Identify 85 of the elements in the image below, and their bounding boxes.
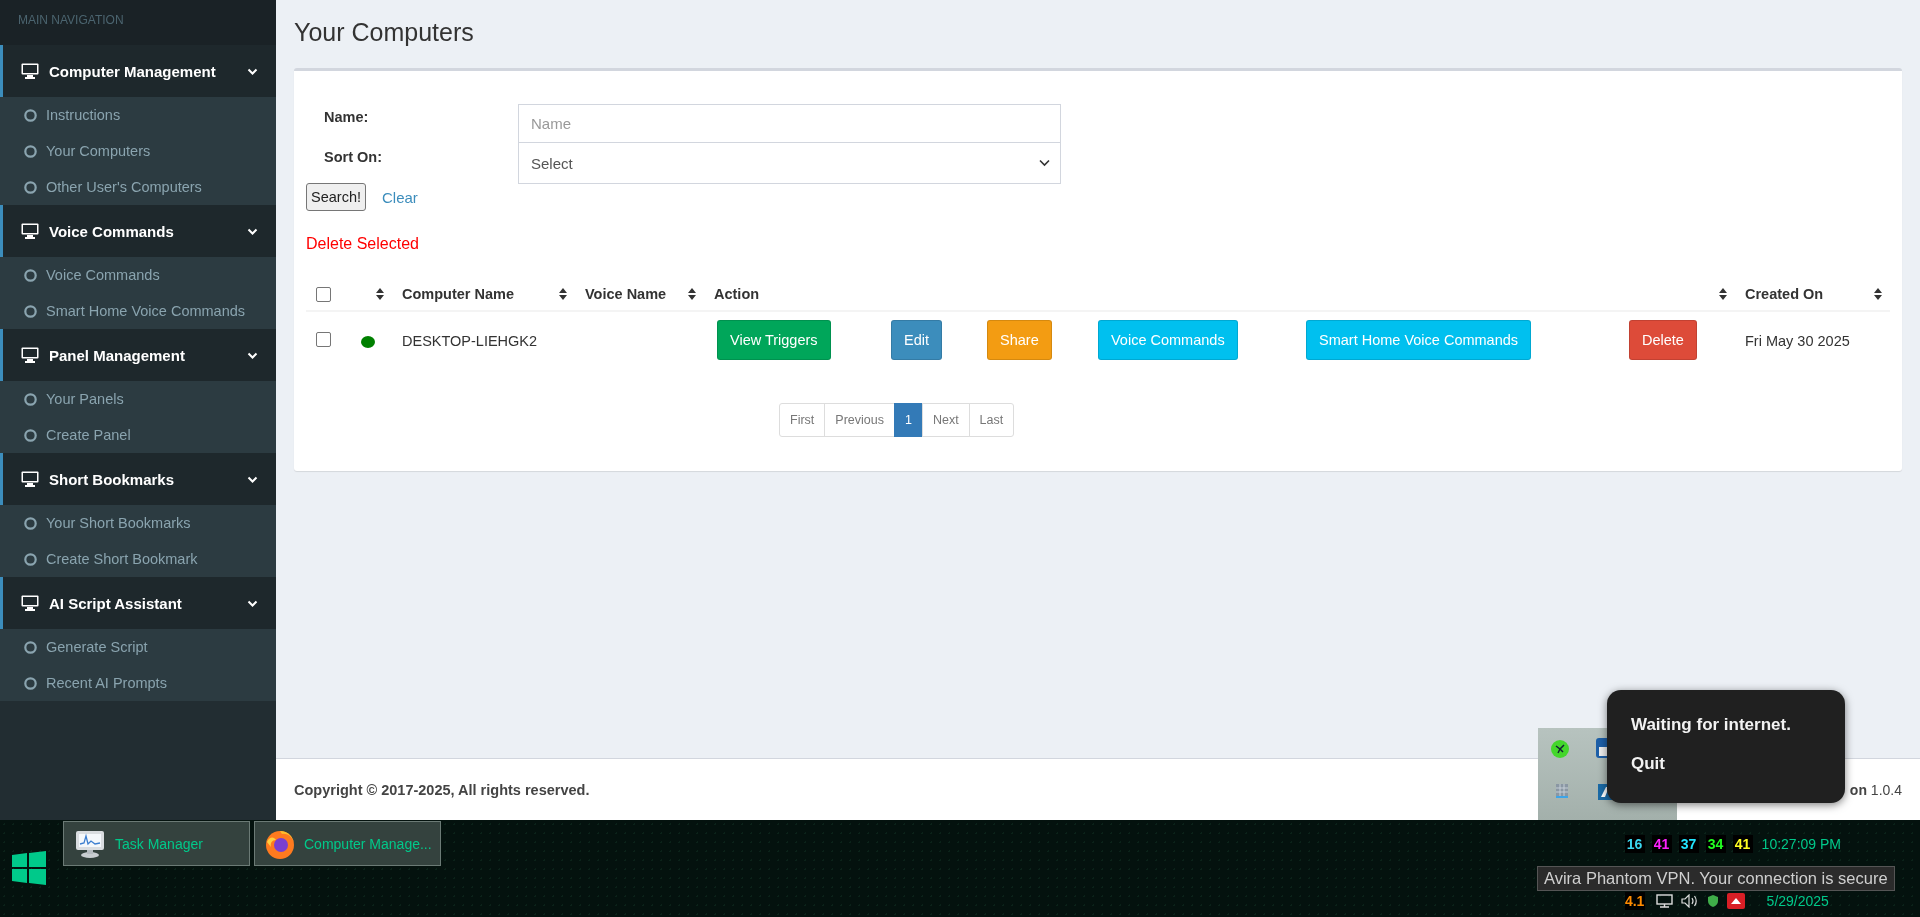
counter-text: 37 (1678, 835, 1699, 853)
monitor-icon (73, 828, 107, 859)
clock-time: 10:27:09 PM (1761, 836, 1841, 852)
counter-text: 41 (1651, 835, 1672, 853)
shield-icon[interactable] (1706, 894, 1719, 908)
circle-icon (24, 392, 37, 406)
table-cell-text: DESKTOP-LIEHGK2 (401, 332, 539, 351)
sidebar-section[interactable]: Short Bookmarks (0, 453, 276, 505)
version-text: on 1.0.4 (1849, 781, 1902, 798)
circle-icon (24, 676, 37, 690)
column-header: Computer Name (402, 286, 514, 302)
circle-icon (24, 640, 37, 654)
page-link[interactable]: Previous (824, 403, 895, 437)
counter-text: 16 (1624, 835, 1645, 853)
sidebar-item[interactable]: Generate Script (0, 629, 276, 665)
name-field[interactable]: Name (518, 104, 1061, 143)
counter-text: 41 (1732, 835, 1753, 853)
sidebar-item[interactable]: Your Panels (0, 381, 276, 417)
sidebar-item[interactable]: Create Panel (0, 417, 276, 453)
page-link[interactable]: First (779, 403, 826, 437)
sidebar-item[interactable]: Voice Commands (0, 257, 276, 293)
sort-icon[interactable] (688, 288, 696, 300)
menu-item[interactable]: Waiting for internet. (1631, 715, 1791, 735)
sidebar-section[interactable]: Panel Management (0, 329, 276, 381)
chevron-down-icon (1039, 159, 1050, 167)
sidebar-item[interactable]: Recent AI Prompts (0, 665, 276, 701)
page-title: Your Computers (294, 17, 475, 48)
monitor-icon (21, 471, 39, 487)
monitor-icon (21, 223, 39, 239)
sidebar-item[interactable]: Smart Home Voice Commands (0, 293, 276, 329)
checkbox[interactable] (316, 332, 331, 347)
start-button[interactable] (12, 851, 46, 885)
nav-heading: MAIN NAVIGATION (0, 0, 276, 45)
counter-text: 4.1 (1624, 892, 1645, 910)
column-header: Action (714, 286, 760, 302)
monitor-icon (21, 63, 39, 79)
circle-icon (24, 428, 37, 442)
sidebar-item[interactable]: Your Computers (0, 133, 276, 169)
page-link[interactable]: Next (921, 403, 970, 437)
sort-icon[interactable] (1719, 288, 1727, 300)
speaker-icon[interactable] (1680, 894, 1699, 908)
page-link[interactable]: Last (968, 403, 1015, 437)
sidebar-item[interactable]: Other User's Computers (0, 169, 276, 205)
circle-icon (24, 108, 37, 122)
checkbox[interactable] (316, 286, 331, 302)
counter-text: 34 (1705, 835, 1726, 853)
page-link[interactable]: 1 (893, 403, 923, 437)
column-header: Voice Name (585, 286, 667, 302)
sidebar-section[interactable]: Computer Management (0, 45, 276, 97)
sidebar-section[interactable]: AI Script Assistant (0, 577, 276, 629)
monitor-icon (21, 347, 39, 363)
circle-icon (24, 516, 37, 530)
sidebar-item[interactable]: Instructions (0, 97, 276, 133)
clear-link[interactable]: Clear (382, 188, 418, 206)
monitor-icon (21, 595, 39, 611)
app-icon[interactable] (1726, 893, 1745, 909)
circle-icon (24, 180, 37, 194)
taskbar-button[interactable]: Task Manager (63, 821, 250, 866)
sort-icon[interactable] (559, 288, 567, 300)
taskbar-button[interactable]: Computer Manage... (254, 821, 441, 866)
column-header: Created On (1745, 286, 1824, 302)
copyright-text: Copyright © 2017-2025, All rights reserved. (294, 781, 590, 798)
sort-icon[interactable] (376, 288, 384, 300)
delete-selected-link[interactable]: Delete Selected (306, 235, 419, 253)
monitor-icon[interactable] (1655, 894, 1673, 908)
circle-icon (24, 268, 37, 282)
action-button[interactable]: View Triggers (717, 320, 831, 360)
circle-icon (24, 552, 37, 566)
action-button[interactable]: Edit (891, 320, 942, 360)
action-button[interactable]: Delete (1629, 320, 1697, 360)
tooltip: Avira Phantom VPN. Your connection is secure (1537, 866, 1895, 891)
table-cell-text: Fri May 30 2025 (1744, 332, 1851, 351)
sidebar-item[interactable]: Create Short Bookmark (0, 541, 276, 577)
search-button[interactable]: Search! (306, 183, 366, 211)
sort-select[interactable]: Select (518, 143, 1061, 184)
sort-icon[interactable] (1874, 288, 1882, 300)
field-label: Sort On: (323, 148, 382, 165)
circle-icon (24, 144, 37, 158)
windows-icon (12, 851, 46, 885)
clock-date: 5/29/2025 (1766, 893, 1829, 909)
field-label: Name: (323, 108, 369, 125)
circle-icon (24, 304, 37, 318)
menu-item[interactable]: Quit (1631, 754, 1665, 774)
sidebar-section[interactable]: Voice Commands (0, 205, 276, 257)
sidebar-item[interactable]: Your Short Bookmarks (0, 505, 276, 541)
